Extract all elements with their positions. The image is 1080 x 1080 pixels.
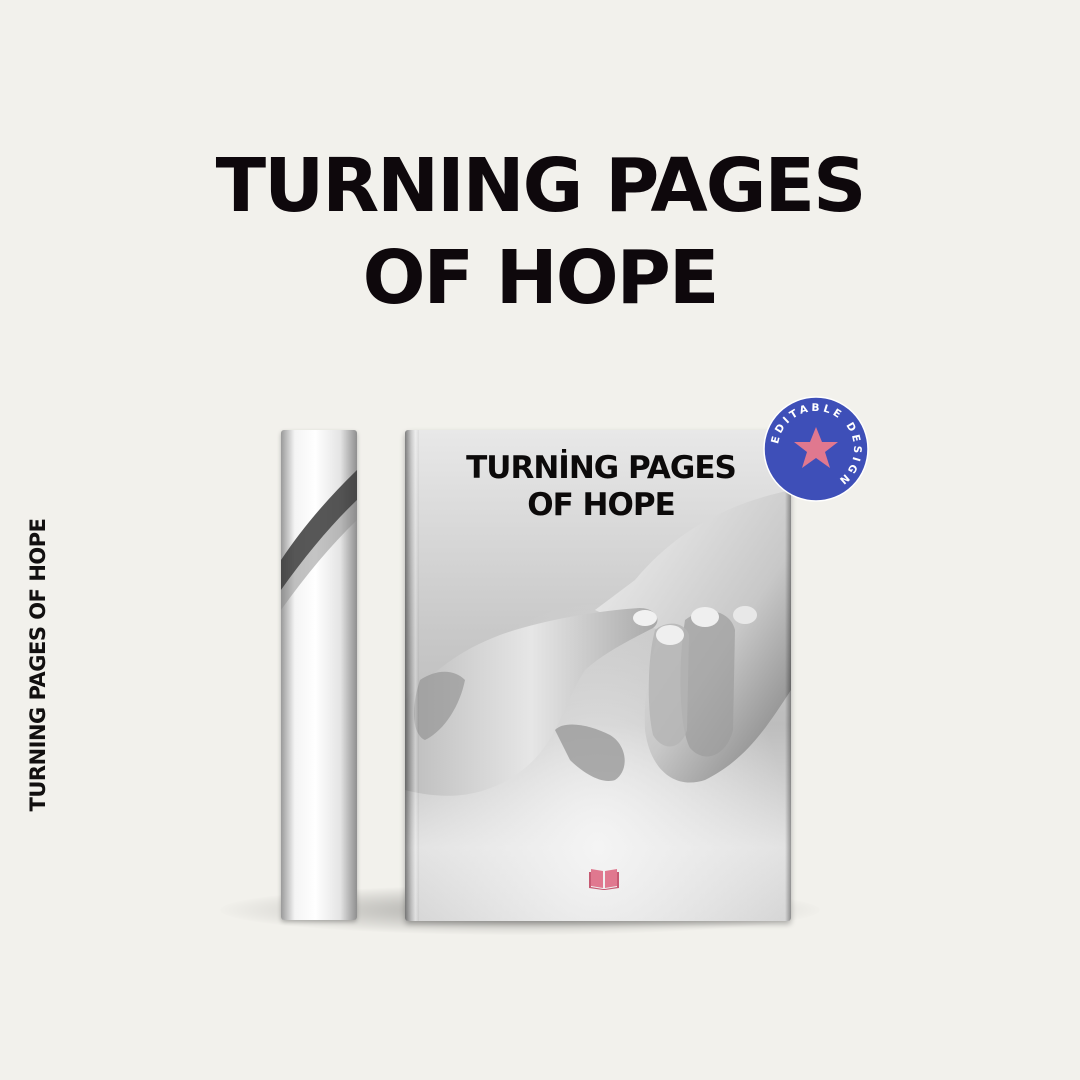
cover-title-line-2: OF HOPE: [527, 487, 676, 523]
book-front-cover: TURNİNG PAGES OF HOPE: [405, 430, 791, 921]
spine-title: TURNING PAGES OF HOPE: [26, 518, 50, 812]
headline-line-2: OF HOPE: [362, 235, 720, 321]
cover-edge-shading: [785, 430, 791, 921]
book-spine: [281, 430, 357, 920]
headline: TURNING PAGES OF HOPE: [0, 140, 1080, 324]
cover-title-line-1: TURNİNG PAGES: [466, 450, 737, 486]
open-book-icon: [589, 869, 619, 890]
editable-design-badge: EDITABLE DESIGN: [763, 396, 869, 502]
headline-line-1: TURNING PAGES: [215, 143, 867, 229]
cover-title: TURNİNG PAGES OF HOPE: [425, 450, 777, 524]
spine-photo-shading: [281, 470, 357, 610]
cover-hinge-shading: [405, 430, 419, 921]
